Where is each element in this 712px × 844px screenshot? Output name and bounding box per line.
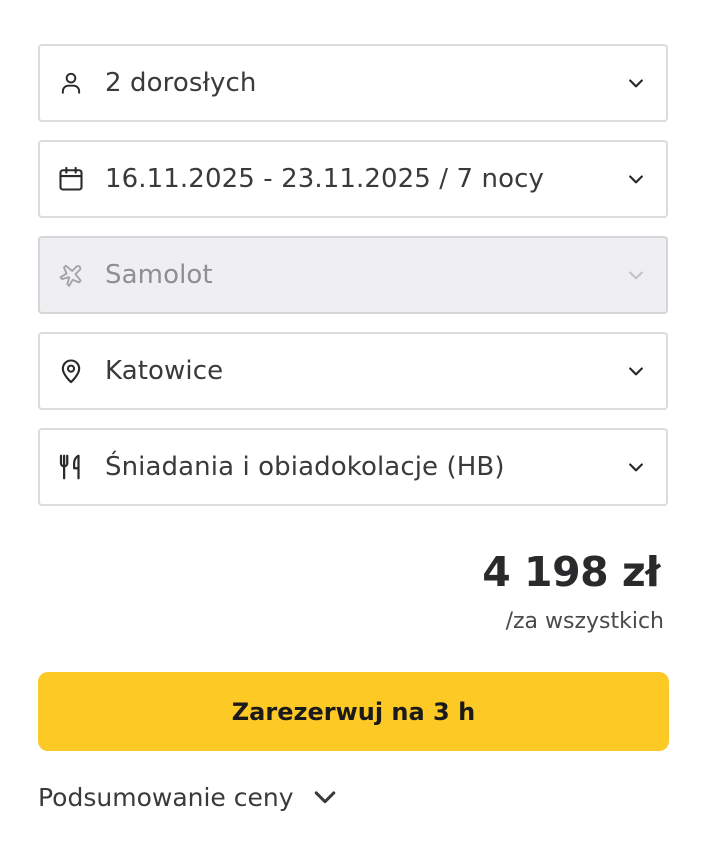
guests-label: 2 dorosłych bbox=[105, 68, 257, 98]
transport-label: Samolot bbox=[105, 260, 213, 290]
transport-select: Samolot bbox=[38, 236, 668, 314]
price-summary-toggle[interactable]: Podsumowanie ceny bbox=[38, 782, 340, 812]
board-select[interactable]: Śniadania i obiadokolacje (HB) bbox=[38, 428, 668, 506]
fork-knife-icon bbox=[56, 452, 86, 482]
dates-select[interactable]: 16.11.2025 - 23.11.2025 / 7 nocy bbox=[38, 140, 668, 218]
board-label: Śniadania i obiadokolacje (HB) bbox=[105, 452, 505, 482]
chevron-down-icon bbox=[624, 359, 648, 383]
chevron-down-icon bbox=[624, 71, 648, 95]
calendar-icon bbox=[56, 164, 86, 194]
guests-select[interactable]: 2 dorosłych bbox=[38, 44, 668, 122]
plane-icon bbox=[56, 260, 86, 290]
departure-label: Katowice bbox=[105, 356, 224, 386]
book-button[interactable]: Zarezerwuj na 3 h bbox=[38, 672, 669, 751]
total-price: 4 198 zł bbox=[482, 548, 660, 596]
departure-select[interactable]: Katowice bbox=[38, 332, 668, 410]
dates-label: 16.11.2025 - 23.11.2025 / 7 nocy bbox=[105, 164, 545, 194]
location-pin-icon bbox=[56, 356, 86, 386]
person-icon bbox=[56, 68, 86, 98]
price-summary-label: Podsumowanie ceny bbox=[38, 782, 294, 812]
chevron-down-icon bbox=[624, 263, 648, 287]
chevron-down-icon bbox=[624, 455, 648, 479]
chevron-down-icon bbox=[624, 167, 648, 191]
price-note: /za wszystkich bbox=[505, 609, 664, 634]
chevron-down-icon bbox=[310, 782, 340, 812]
